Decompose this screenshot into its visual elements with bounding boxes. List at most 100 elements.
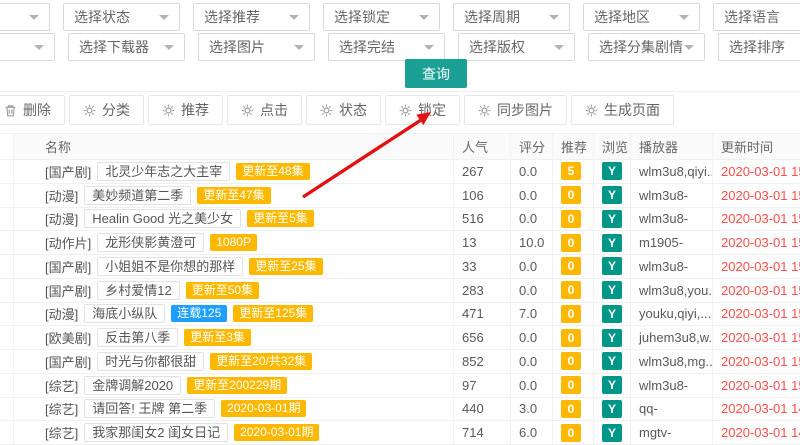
recommend-badge[interactable]: 0	[561, 424, 581, 442]
filter-dropdown[interactable]: 选择推荐	[193, 3, 310, 31]
video-title: 请回答! 王牌 第二季	[84, 399, 215, 418]
filter-dropdown[interactable]: 选择排序	[718, 33, 800, 61]
checkbox-cell	[0, 374, 13, 397]
recommend-badge[interactable]: 5	[561, 162, 581, 180]
table-row[interactable]: [动漫]Healin Good 光之美少女更新至5集5160.00Ywlm3u8…	[0, 208, 800, 232]
filter-dropdown[interactable]: 选择状态	[63, 3, 180, 31]
views-badge[interactable]: Y	[602, 210, 622, 228]
toolbar-button-8[interactable]: 生成页面	[571, 95, 674, 125]
table-row[interactable]: [综艺]金牌调解2020更新至200229期970.00Ywlm3u8-2020…	[0, 374, 800, 398]
table-row[interactable]: [动作片]龙形侠影黄澄可1080P1310.00Ym1905-2020-03-0…	[0, 231, 800, 255]
update-badge: 2020-03-01期	[234, 424, 319, 441]
filter-dropdown[interactable]: 选择锁定	[323, 3, 440, 31]
views-badge[interactable]: Y	[602, 305, 622, 323]
table-row[interactable]: [动漫]美妙频道第二季更新至47集1060.00Ywlm3u8-2020-03-…	[0, 184, 800, 208]
column-header: 播放器	[630, 134, 712, 159]
views-badge[interactable]: Y	[602, 400, 622, 418]
recommend-badge[interactable]: 0	[561, 257, 581, 275]
rating-cell: 0.0	[510, 374, 552, 397]
views-badge[interactable]: Y	[602, 257, 622, 275]
checkbox-cell	[0, 350, 13, 373]
recommend-badge[interactable]: 0	[561, 376, 581, 394]
views-badge[interactable]: Y	[602, 186, 622, 204]
recommend-badge[interactable]: 0	[561, 400, 581, 418]
toolbar-button-6[interactable]: 锁定	[385, 95, 460, 125]
recommend-cell: 0	[552, 303, 593, 326]
update-time-cell: 2020-03-01 15:00	[712, 184, 800, 207]
name-cell: [综艺]请回答! 王牌 第二季2020-03-01期	[13, 398, 453, 421]
table-row[interactable]: [国产剧]小姐姐不是你想的那样更新至25集330.00Ywlm3u8-2020-…	[0, 255, 800, 279]
filter-dropdown[interactable]	[0, 33, 55, 61]
filter-dropdown[interactable]	[0, 3, 50, 31]
recommend-badge[interactable]: 0	[561, 352, 581, 370]
rating-value: 3.0	[519, 401, 537, 416]
filter-dropdown[interactable]: 选择版权	[458, 33, 575, 61]
filter-dropdown[interactable]: 选择完结	[328, 33, 445, 61]
filter-dropdown[interactable]: 选择分集剧情	[588, 33, 705, 61]
toolbar-button-label: 生成页面	[604, 100, 660, 120]
table-row[interactable]: [综艺]请回答! 王牌 第二季2020-03-01期4403.00Yqq-202…	[0, 398, 800, 422]
recommend-badge[interactable]: 0	[561, 305, 581, 323]
table-row[interactable]: [综艺]我家那闺女2 闺女日记2020-03-01期7146.00Ymgtv-2…	[0, 421, 800, 445]
gear-icon	[320, 104, 333, 117]
toolbar-button-3[interactable]: 推荐	[148, 95, 223, 125]
recommend-badge[interactable]: 0	[561, 186, 581, 204]
toolbar-button-label: 推荐	[181, 100, 209, 120]
views-badge[interactable]: Y	[602, 376, 622, 394]
filter-dropdown-label: 选择排序	[729, 37, 785, 57]
toolbar-button-2[interactable]: 分类	[69, 95, 144, 125]
filter-dropdown-label: 选择图片	[209, 37, 265, 57]
popularity-cell: 714	[453, 421, 510, 444]
recommend-badge[interactable]: 0	[561, 234, 581, 252]
player-cell: wlm3u8-	[630, 208, 712, 231]
update-time: 2020-03-01 15:00	[721, 378, 800, 393]
filter-dropdown[interactable]: 选择下载器	[68, 33, 185, 61]
recommend-badge[interactable]: 0	[561, 281, 581, 299]
rating-value: 0.0	[519, 378, 537, 393]
filter-dropdown-label: 选择版权	[469, 37, 525, 57]
update-time-cell: 2020-03-01 15:00	[712, 350, 800, 373]
filter-dropdown[interactable]: 选择地区	[583, 3, 700, 31]
update-time: 2020-03-01 14:00	[721, 425, 800, 440]
views-badge[interactable]: Y	[602, 162, 622, 180]
category-label: [综艺]	[45, 376, 78, 395]
video-title: 金牌调解2020	[84, 376, 181, 395]
recommend-badge[interactable]: 0	[561, 329, 581, 347]
table-row[interactable]: [国产剧]时光与你都很甜更新至20/共32集8520.00Ywlm3u8,mg.…	[0, 350, 800, 374]
rating-cell: 0.0	[510, 208, 552, 231]
views-badge[interactable]: Y	[602, 281, 622, 299]
recommend-badge[interactable]: 0	[561, 210, 581, 228]
chevron-down-icon	[549, 15, 559, 25]
toolbar-button-label: 删除	[23, 100, 51, 120]
toolbar-button-5[interactable]: 状态	[306, 95, 381, 125]
player-list: wlm3u8,mg...	[639, 354, 712, 369]
toolbar-button-4[interactable]: 点击	[227, 95, 302, 125]
views-badge[interactable]: Y	[602, 352, 622, 370]
player-cell: m1905-	[630, 231, 712, 254]
update-badge: 连载125	[171, 305, 227, 322]
table-row[interactable]: [国产剧]乡村爱情12更新至50集2830.00Ywlm3u8,you...20…	[0, 279, 800, 303]
table-row[interactable]: [国产剧]北灵少年志之大主宰更新至48集2670.05Ywlm3u8,qiyi.…	[0, 160, 800, 184]
popularity-value: 106	[462, 188, 484, 203]
filter-dropdown[interactable]: 选择图片	[198, 33, 315, 61]
views-cell: Y	[593, 326, 630, 349]
rating-value: 0.0	[519, 259, 537, 274]
toolbar-button-1[interactable]: 删除	[0, 95, 65, 125]
name-cell: [欧美剧]反击第八季更新至3集	[13, 326, 453, 349]
views-badge[interactable]: Y	[602, 234, 622, 252]
toolbar-button-7[interactable]: 同步图片	[464, 95, 567, 125]
filter-dropdown[interactable]: 选择周期	[453, 3, 570, 31]
player-list: mgtv-	[639, 425, 672, 440]
category-label: [欧美剧]	[45, 328, 91, 347]
table-row[interactable]: [动漫]海底小纵队连载125更新至125集4717.00Yyouku,qiyi,…	[0, 303, 800, 327]
filter-dropdown[interactable]: 选择语言	[713, 3, 800, 31]
views-badge[interactable]: Y	[602, 329, 622, 347]
views-badge[interactable]: Y	[602, 424, 622, 442]
table-row[interactable]: [欧美剧]反击第八季更新至3集6560.00Yjuhem3u8,w...2020…	[0, 326, 800, 350]
category-label: [国产剧]	[45, 162, 91, 181]
player-cell: wlm3u8-	[630, 184, 712, 207]
popularity-cell: 106	[453, 184, 510, 207]
chevron-down-icon	[424, 45, 434, 55]
query-button[interactable]: 查询	[405, 59, 467, 88]
checkbox-cell	[0, 303, 13, 326]
